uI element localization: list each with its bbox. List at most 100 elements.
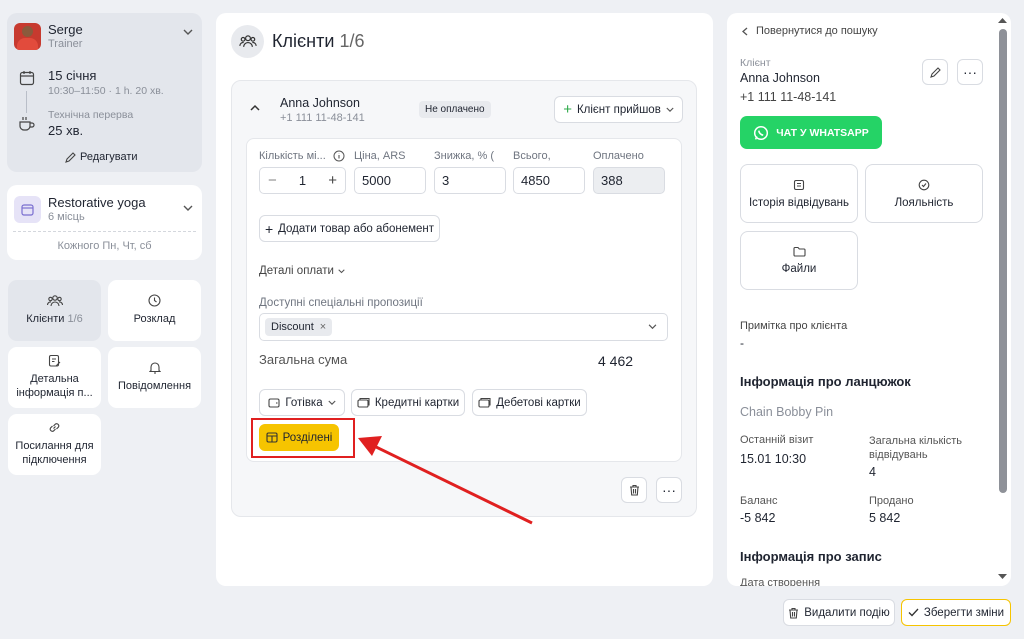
- offers-select[interactable]: Discount ×: [259, 313, 668, 341]
- minus-button[interactable]: −: [268, 172, 277, 189]
- people-icon: [46, 294, 63, 307]
- info-icon[interactable]: [333, 150, 345, 162]
- card-icon: [478, 397, 491, 408]
- total-label: Всього,: [513, 150, 551, 162]
- client-label: Клієнт: [740, 57, 771, 69]
- edit-document-icon: [48, 354, 61, 367]
- collapse-chevron-icon[interactable]: [250, 104, 260, 111]
- delete-client-button[interactable]: [621, 477, 647, 503]
- class-icon: [14, 196, 41, 223]
- nav-clients[interactable]: Клієнти 1/6: [8, 280, 101, 341]
- break-label: Технічна перерва: [48, 109, 134, 121]
- offers-label: Доступні спеціальні пропозиції: [259, 297, 423, 309]
- plus-button[interactable]: +: [328, 172, 337, 189]
- offer-chip[interactable]: Discount ×: [265, 318, 333, 336]
- booking-title: Інформація про запис: [740, 549, 882, 564]
- calendar-icon: [19, 70, 35, 86]
- qty-label: Кількість мі...: [259, 150, 326, 162]
- schedule-date: 15 січня: [48, 68, 97, 83]
- quantity-stepper[interactable]: − 1 +: [259, 167, 346, 194]
- chevron-down-icon[interactable]: [183, 205, 193, 212]
- nav-clients-label: Клієнти 1/6: [26, 312, 83, 325]
- right-client-name: Anna Johnson: [740, 71, 820, 85]
- whatsapp-label: ЧАТ У WHATSAPP: [776, 126, 869, 139]
- payment-details-label: Деталі оплати: [259, 265, 334, 277]
- last-visit-label: Останній візит: [740, 434, 814, 446]
- schedule-time: 10:30–11:50 · 1 h. 20 хв.: [48, 85, 164, 97]
- class-spots: 6 місць: [48, 211, 85, 223]
- pencil-icon: [929, 66, 941, 78]
- price-label: Ціна, ARS: [354, 150, 406, 162]
- loyalty-button[interactable]: Лояльність: [865, 164, 983, 223]
- chain-name: Chain Bobby Pin: [740, 405, 834, 419]
- nav-links[interactable]: Посилання для підключення: [8, 414, 101, 475]
- price-input[interactable]: 5000: [354, 167, 426, 194]
- plus-icon: +: [264, 220, 274, 237]
- client-name: Anna Johnson: [280, 96, 360, 110]
- wallet-icon: [268, 397, 280, 408]
- sold-label: Продано: [869, 495, 914, 507]
- right-client-phone: +1 111 11-48-141: [740, 90, 837, 104]
- chain-title: Інформація про ланцюжок: [740, 374, 911, 389]
- scrollbar-down-arrow[interactable]: [998, 574, 1007, 580]
- add-product-button[interactable]: + Додати товар або абонемент: [259, 215, 440, 242]
- save-changes-label: Зберегти зміни: [923, 606, 1005, 619]
- payment-details-toggle[interactable]: Деталі оплати: [259, 265, 345, 277]
- whatsapp-button[interactable]: ЧАТ У WHATSAPP: [740, 116, 882, 149]
- pay-split-button[interactable]: Розділені: [259, 424, 339, 451]
- nav-schedule[interactable]: Розклад: [108, 280, 201, 341]
- class-card[interactable]: Restorative yoga 6 місць Кожного Пн, Чт,…: [7, 185, 202, 260]
- coffee-icon: [18, 116, 36, 132]
- total-input[interactable]: 4850: [513, 167, 585, 194]
- scrollbar-thumb[interactable]: [999, 29, 1007, 493]
- break-value: 25 хв.: [48, 123, 84, 138]
- pay-cash-button[interactable]: Готівка: [259, 389, 345, 416]
- paid-input[interactable]: 388: [593, 167, 665, 194]
- plus-icon: +: [563, 101, 572, 118]
- history-button[interactable]: Історія відвідувань: [740, 164, 858, 223]
- divider: [13, 231, 196, 232]
- nav-details[interactable]: Детальна інформація п...: [8, 347, 101, 408]
- chevron-left-icon: [742, 27, 748, 36]
- nav-schedule-label: Розклад: [133, 313, 176, 326]
- sold-value: 5 842: [869, 511, 901, 525]
- chevron-down-icon[interactable]: [183, 29, 193, 36]
- chevron-down-icon: [328, 400, 336, 406]
- trainer-role: Trainer: [48, 38, 83, 50]
- trainer-name: Serge: [48, 22, 83, 37]
- bell-icon: [148, 361, 161, 374]
- client-arrived-button[interactable]: + Клієнт прийшов: [554, 96, 683, 123]
- status-badge: Не оплачено: [419, 101, 491, 118]
- trash-icon: [629, 484, 640, 496]
- nav-notifications[interactable]: Повідомлення: [108, 347, 201, 408]
- client-phone: +1 111 11-48-141: [280, 112, 365, 124]
- client-more-button[interactable]: ···: [957, 59, 983, 85]
- files-button[interactable]: Файли: [740, 231, 858, 290]
- page-title: Клієнти 1/6: [272, 31, 365, 51]
- balance-label: Баланс: [740, 495, 778, 507]
- loyalty-label: Лояльність: [894, 196, 954, 209]
- clients-header-icon: [231, 25, 264, 58]
- chevron-down-icon: [666, 107, 674, 113]
- pay-debit-label: Дебетові картки: [496, 396, 581, 409]
- pay-debit-button[interactable]: Дебетові картки: [472, 389, 587, 416]
- close-icon[interactable]: ×: [320, 321, 326, 333]
- folder-icon: [792, 246, 806, 257]
- discount-input[interactable]: 3: [434, 167, 506, 194]
- chevron-down-icon: [338, 268, 345, 274]
- pencil-icon: [65, 151, 76, 163]
- save-changes-button[interactable]: Зберегти зміни: [901, 599, 1011, 626]
- history-icon: [793, 179, 805, 191]
- more-options-button[interactable]: ···: [656, 477, 682, 503]
- avatar: [14, 23, 41, 50]
- pay-credit-button[interactable]: Кредитні картки: [351, 389, 465, 416]
- nav-notifications-label: Повідомлення: [117, 380, 192, 393]
- scrollbar-up-arrow[interactable]: [998, 17, 1007, 23]
- card-icon: [357, 397, 370, 408]
- edit-client-button[interactable]: [922, 59, 948, 85]
- delete-event-button[interactable]: Видалити подію: [783, 599, 895, 626]
- clock-icon: [148, 294, 161, 307]
- back-link[interactable]: Повернутися до пошуку: [742, 25, 878, 37]
- edit-button[interactable]: Редагувати: [65, 151, 138, 163]
- quantity-value: 1: [298, 173, 307, 188]
